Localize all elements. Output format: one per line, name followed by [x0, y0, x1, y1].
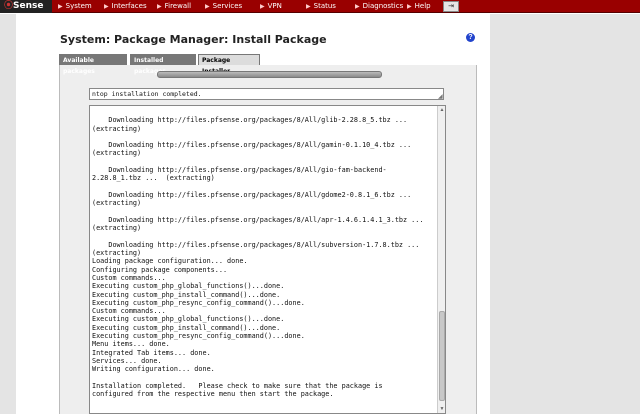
status-textbox[interactable]: ntop installation completed. — [89, 88, 444, 100]
menu-diagnostics-label: Diagnostics — [362, 2, 404, 10]
menu-status-label: Status — [313, 2, 336, 10]
tab-package-installer[interactable]: Package Installer — [198, 54, 260, 75]
install-output-text: Downloading http://files.pfsense.org/pac… — [92, 116, 424, 399]
menu-arrow-icon: ▶ — [260, 3, 265, 10]
menu-arrow-icon: ▶ — [355, 3, 360, 10]
menu-firewall-label: Firewall — [164, 2, 192, 10]
tab-installed-packages[interactable]: Installed packages — [130, 54, 196, 75]
logo-mark-icon: ⦿ — [4, 1, 14, 11]
menu-arrow-icon: ▶ — [104, 3, 109, 10]
pfsense-logo[interactable]: ⦿Sense — [0, 0, 52, 13]
menu-arrow-icon: ▶ — [306, 3, 311, 10]
tab-available-packages[interactable]: Available packages — [59, 54, 127, 75]
menu-services[interactable]: ▶ Services — [205, 0, 242, 13]
install-output-textarea[interactable]: Downloading http://files.pfsense.org/pac… — [89, 105, 446, 414]
scrollbar-thumb[interactable] — [439, 311, 445, 401]
menu-vpn-label: VPN — [267, 2, 282, 10]
menu-diagnostics[interactable]: ▶ Diagnostics — [355, 0, 403, 13]
help-icon[interactable]: ? — [466, 33, 475, 42]
scroll-down-icon[interactable]: ▼ — [438, 405, 445, 413]
menu-arrow-icon: ▶ — [58, 3, 63, 10]
logo-text: Sense — [13, 1, 44, 11]
resize-handle-icon[interactable]: ◢ — [438, 94, 444, 100]
menu-firewall[interactable]: ▶ Firewall — [157, 0, 191, 13]
install-progress-bar — [157, 71, 382, 78]
menu-services-label: Services — [212, 2, 243, 10]
menu-help[interactable]: ▶ Help — [407, 0, 431, 13]
output-scrollbar[interactable]: ▲ ▼ — [437, 106, 445, 413]
menu-system-label: System — [65, 2, 92, 10]
top-menu-bar: ⦿Sense ▶ System ▶ Interfaces ▶ Firewall ▶ Se… — [0, 0, 640, 13]
right-gutter — [490, 14, 640, 414]
menu-interfaces[interactable]: ▶ Interfaces — [104, 0, 147, 13]
page-title: System: Package Manager: Install Package — [60, 33, 327, 46]
menu-interfaces-label: Interfaces — [111, 2, 147, 10]
menu-vpn[interactable]: ▶ VPN — [260, 0, 282, 13]
menu-arrow-icon: ▶ — [205, 3, 210, 10]
menu-help-label: Help — [414, 2, 431, 10]
menu-system[interactable]: ▶ System — [58, 0, 92, 13]
scroll-up-icon[interactable]: ▲ — [438, 106, 445, 114]
left-gutter — [0, 14, 16, 414]
menu-arrow-icon: ▶ — [407, 3, 412, 10]
menu-arrow-icon: ▶ — [157, 3, 162, 10]
menu-status[interactable]: ▶ Status — [306, 0, 336, 13]
exit-icon[interactable]: ⇥ — [443, 1, 459, 12]
